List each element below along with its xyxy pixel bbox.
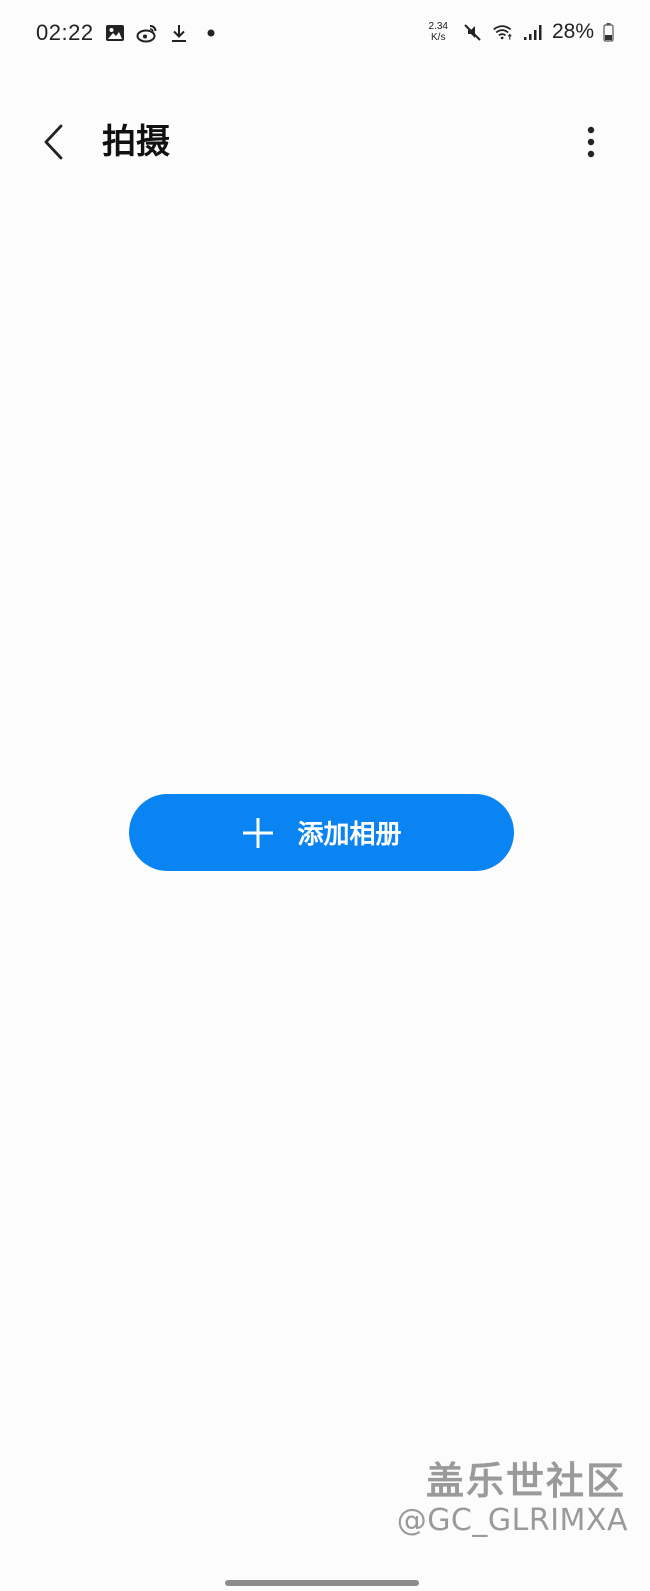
notification-dot-icon [200,22,222,44]
watermark-logo: 盖乐世社区 [425,1459,626,1503]
add-album-button[interactable]: 添加相册 [129,794,514,871]
plus-icon [241,816,275,850]
status-time: 02:22 [36,20,94,45]
download-icon [168,22,190,44]
battery-percent: 28% [551,20,594,43]
battery-icon [602,21,614,43]
wifi-icon [492,21,514,43]
more-vertical-icon [587,125,595,159]
back-button[interactable] [30,118,78,166]
net-speed: 2.34 K/s [429,21,448,43]
signal-icon [522,21,544,43]
page-title: 拍摄 [102,122,170,162]
status-left: 02:22 [36,20,222,46]
net-speed-unit: K/s [431,32,446,43]
chevron-left-icon [42,124,66,160]
add-album-label: 添加相册 [297,820,402,850]
status-right: 2.34 K/s 28% [429,20,615,44]
watermark-handle: @GC_GLRIMXA [396,1503,628,1538]
home-indicator[interactable] [225,1580,419,1586]
more-options-button[interactable] [576,118,606,166]
gallery-icon [104,22,126,44]
weibo-icon [136,22,158,44]
net-speed-value: 2.34 [428,21,448,32]
app-bar: 拍摄 [0,100,650,184]
status-bar: 02:22 2.34 K/s 28% [0,0,650,72]
screen: 02:22 2.34 K/s 28% 拍摄 添加相册 盖乐世社区 @GC_GLR… [0,0,650,1591]
mute-icon [462,21,484,43]
